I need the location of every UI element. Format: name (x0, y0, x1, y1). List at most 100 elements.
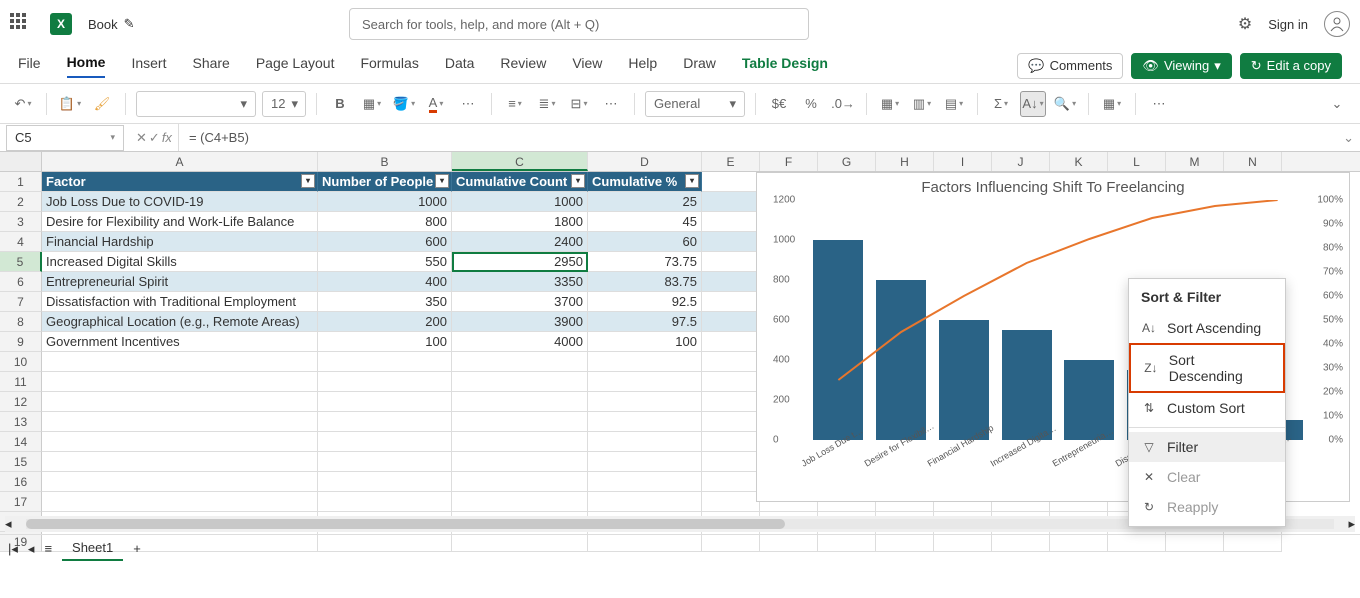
tab-share[interactable]: Share (192, 55, 229, 77)
cell[interactable] (318, 392, 452, 412)
cell[interactable] (702, 352, 760, 372)
add-sheet-icon[interactable]: + (133, 541, 141, 556)
cell[interactable] (702, 372, 760, 392)
cell[interactable] (588, 472, 702, 492)
cell[interactable]: 2400 (452, 232, 588, 252)
fx-icon[interactable]: fx (162, 130, 172, 145)
row-header[interactable]: 10 (0, 352, 42, 372)
col-header-i[interactable]: I (934, 152, 992, 171)
cell[interactable] (702, 292, 760, 312)
name-box[interactable]: C5▾ (6, 125, 124, 151)
format-painter-button[interactable]: 🖌 (89, 91, 115, 117)
col-header-n[interactable]: N (1224, 152, 1282, 171)
cell[interactable] (42, 472, 318, 492)
table-header-cell[interactable]: Cumulative Count▾ (452, 172, 588, 192)
more-toolbar-button[interactable]: ⋯ (1146, 91, 1172, 117)
row-header[interactable]: 15 (0, 452, 42, 472)
cond-format-button[interactable]: ▦ (877, 91, 903, 117)
col-header-b[interactable]: B (318, 152, 452, 171)
cell[interactable]: Financial Hardship (42, 232, 318, 252)
app-launcher[interactable] (10, 13, 32, 35)
row-header[interactable]: 3 (0, 212, 42, 232)
table-header-cell[interactable]: Factor▾ (42, 172, 318, 192)
fill-color-button[interactable]: 🪣 (391, 91, 417, 117)
cell[interactable] (318, 472, 452, 492)
row-header[interactable]: 9 (0, 332, 42, 352)
cell[interactable] (702, 332, 760, 352)
row-header[interactable]: 12 (0, 392, 42, 412)
cell[interactable]: 600 (318, 232, 452, 252)
tab-help[interactable]: Help (628, 55, 657, 77)
cell[interactable] (42, 452, 318, 472)
number-format-select[interactable]: General▾ (645, 91, 745, 117)
cell[interactable]: 92.5 (588, 292, 702, 312)
ribbon-collapse-button[interactable]: ⌄ (1324, 91, 1350, 117)
cell[interactable] (702, 312, 760, 332)
cell[interactable] (318, 372, 452, 392)
search-input[interactable]: Search for tools, help, and more (Alt + … (349, 8, 809, 40)
avatar-icon[interactable] (1324, 11, 1350, 37)
viewing-button[interactable]: 👁 Viewing ▾ (1131, 53, 1231, 79)
filter-button[interactable]: ▾ (301, 174, 315, 188)
row-header[interactable]: 2 (0, 192, 42, 212)
cell-style-button[interactable]: ▤ (941, 91, 967, 117)
comments-button[interactable]: 💬 Comments (1017, 53, 1123, 79)
tab-file[interactable]: File (18, 55, 41, 77)
cell[interactable] (588, 372, 702, 392)
col-header-g[interactable]: G (818, 152, 876, 171)
row-header[interactable]: 8 (0, 312, 42, 332)
tab-view[interactable]: View (572, 55, 602, 77)
cell[interactable] (42, 352, 318, 372)
cell[interactable] (702, 452, 760, 472)
cell[interactable]: 550 (318, 252, 452, 272)
custom-sort-item[interactable]: ⇅Custom Sort (1129, 393, 1285, 423)
settings-icon[interactable]: ⚙ (1238, 14, 1252, 34)
table-header-cell[interactable]: Cumulative %▾ (588, 172, 702, 192)
cell[interactable] (702, 272, 760, 292)
cell[interactable]: 350 (318, 292, 452, 312)
autosum-button[interactable]: Σ (988, 91, 1014, 117)
cell[interactable]: 200 (318, 312, 452, 332)
row-header[interactable]: 14 (0, 432, 42, 452)
filter-button[interactable]: ▾ (685, 174, 699, 188)
cell[interactable]: Dissatisfaction with Traditional Employm… (42, 292, 318, 312)
cell[interactable] (42, 392, 318, 412)
table-format-button[interactable]: ▥ (909, 91, 935, 117)
table-header-cell[interactable]: Number of People▾ (318, 172, 452, 192)
cell[interactable] (588, 452, 702, 472)
enter-formula-icon[interactable]: ✓ (149, 130, 160, 146)
cell[interactable]: 83.75 (588, 272, 702, 292)
row-header[interactable]: 17 (0, 492, 42, 512)
cell[interactable] (702, 472, 760, 492)
cell[interactable] (452, 352, 588, 372)
cell[interactable]: 100 (318, 332, 452, 352)
cell[interactable]: 100 (588, 332, 702, 352)
tab-formulas[interactable]: Formulas (360, 55, 418, 77)
cell[interactable]: 800 (318, 212, 452, 232)
cell[interactable]: 97.5 (588, 312, 702, 332)
cell[interactable]: 1000 (318, 192, 452, 212)
prev-sheet-icon[interactable]: ◂ (28, 541, 35, 557)
find-button[interactable]: 🔍 (1052, 91, 1078, 117)
cell[interactable] (702, 412, 760, 432)
cell[interactable] (588, 492, 702, 512)
cell[interactable] (702, 212, 760, 232)
tab-draw[interactable]: Draw (683, 55, 716, 77)
tab-data[interactable]: Data (445, 55, 475, 77)
row-header[interactable]: 16 (0, 472, 42, 492)
cell[interactable] (702, 252, 760, 272)
more-font-button[interactable]: ⋯ (455, 91, 481, 117)
wrap-button[interactable]: ⊟ (566, 91, 592, 117)
sort-ascending-item[interactable]: A↓Sort Ascending (1129, 313, 1285, 343)
col-header-e[interactable]: E (702, 152, 760, 171)
cell[interactable]: Desire for Flexibility and Work-Life Bal… (42, 212, 318, 232)
cell[interactable] (702, 232, 760, 252)
first-sheet-icon[interactable]: |◂ (8, 541, 18, 557)
cell[interactable] (452, 372, 588, 392)
cell[interactable] (702, 492, 760, 512)
cell[interactable] (702, 392, 760, 412)
cell[interactable] (702, 432, 760, 452)
row-header[interactable]: 5 (0, 252, 42, 272)
col-header-j[interactable]: J (992, 152, 1050, 171)
bold-button[interactable]: B (327, 91, 353, 117)
